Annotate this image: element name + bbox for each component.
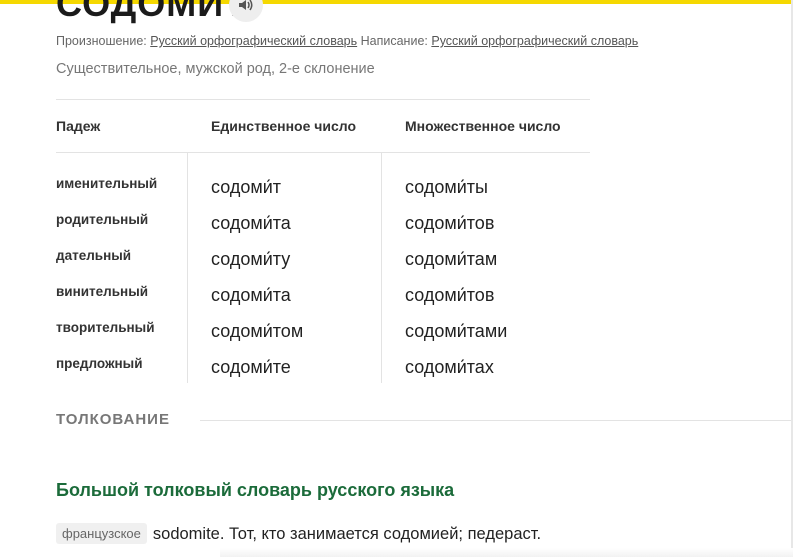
language-origin-tag: французское — [56, 523, 147, 544]
case-label: именительный — [56, 176, 158, 191]
table-column-divider-1 — [187, 153, 188, 383]
plural-form: содоми́ты — [405, 177, 488, 197]
table-top-divider — [56, 99, 590, 100]
singular-form: содоми́те — [211, 357, 291, 377]
word-meta: Произношение: Русский орфографический сл… — [56, 34, 638, 48]
section-divider — [200, 420, 791, 421]
case-label: предложный — [56, 356, 143, 371]
case-label: творительный — [56, 320, 155, 335]
case-label: винительный — [56, 284, 149, 299]
singular-form: содоми́та — [211, 213, 291, 233]
spelling-label: Написание: — [360, 34, 428, 48]
speaker-icon — [239, 0, 253, 11]
header-plural: Множественное число — [405, 118, 561, 134]
plural-form: содоми́тов — [405, 285, 495, 305]
table-header-divider — [56, 152, 590, 153]
header-case: Падеж — [56, 118, 101, 134]
plural-form: содоми́тах — [405, 357, 494, 377]
plural-form: содоми́тами — [405, 321, 508, 341]
definition: французское sodomite. Тот, кто занимается… — [56, 523, 541, 544]
plural-form: содоми́тов — [405, 213, 495, 233]
case-label: дательный — [56, 248, 132, 263]
header-singular: Единственное число — [211, 118, 357, 134]
table-column-divider-2 — [381, 153, 382, 383]
singular-form: содоми́том — [211, 321, 304, 341]
spelling-source-link[interactable]: Русский орфографический словарь — [431, 34, 638, 48]
pronunciation-source-link[interactable]: Русский орфографический словарь — [150, 34, 357, 48]
part-of-speech: Существительное, мужской род, 2-е склоне… — [56, 61, 375, 77]
headword-title: СОДОМИТ — [56, 0, 248, 24]
plural-form: содоми́там — [405, 249, 498, 269]
bottom-panel-edge — [220, 548, 793, 557]
pronunciation-label: Произношение: — [56, 34, 147, 48]
singular-form: содоми́ту — [211, 249, 291, 269]
dictionary-title: Большой толковый словарь русского языка — [56, 480, 455, 500]
case-label: родительный — [56, 212, 149, 227]
interpretation-section-title: ТОЛКОВАНИЕ — [56, 411, 170, 428]
definition-text: sodomite. Тот, кто занимается содомией; … — [152, 525, 542, 543]
singular-form: содоми́та — [211, 285, 291, 305]
singular-form: содоми́т — [211, 177, 282, 197]
